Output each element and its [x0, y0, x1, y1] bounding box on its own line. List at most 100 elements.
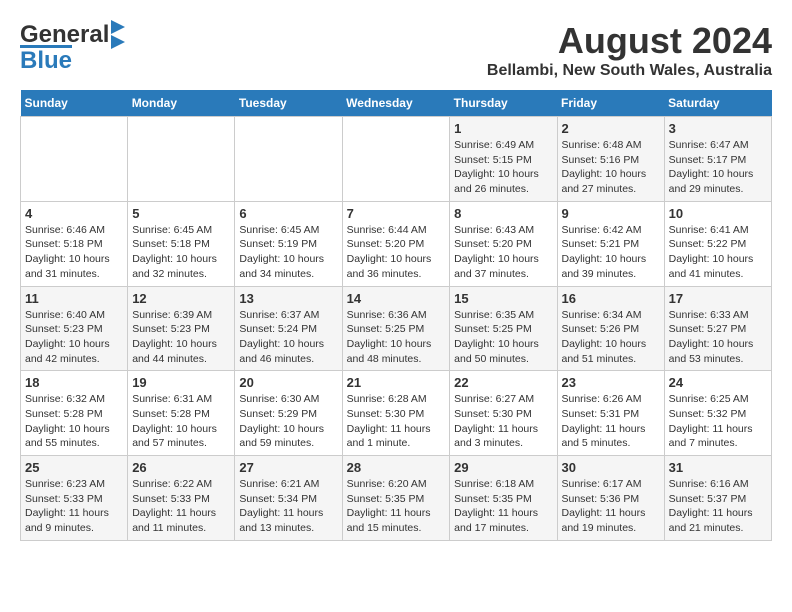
daylight: Daylight: 10 hours and 48 minutes.	[347, 338, 432, 365]
day-number: 10	[669, 206, 767, 221]
sunset: Sunset: 5:25 PM	[347, 323, 425, 335]
day-number: 11	[25, 291, 123, 306]
logo-blue: Blue	[20, 45, 72, 72]
daylight: Daylight: 10 hours and 53 minutes.	[669, 338, 754, 365]
day-info: Sunrise: 6:35 AM Sunset: 5:25 PM Dayligh…	[454, 308, 552, 367]
sunset: Sunset: 5:33 PM	[25, 493, 103, 505]
sunrise: Sunrise: 6:26 AM	[562, 393, 642, 405]
sunrise: Sunrise: 6:44 AM	[347, 224, 427, 236]
day-cell	[21, 117, 128, 202]
day-info: Sunrise: 6:36 AM Sunset: 5:25 PM Dayligh…	[347, 308, 446, 367]
sunset: Sunset: 5:29 PM	[239, 408, 317, 420]
day-cell: 16 Sunrise: 6:34 AM Sunset: 5:26 PM Dayl…	[557, 286, 664, 371]
daylight: Daylight: 11 hours and 21 minutes.	[669, 507, 753, 534]
day-info: Sunrise: 6:32 AM Sunset: 5:28 PM Dayligh…	[25, 392, 123, 451]
page-title: August 2024	[487, 20, 772, 62]
sunrise: Sunrise: 6:34 AM	[562, 309, 642, 321]
day-info: Sunrise: 6:41 AM Sunset: 5:22 PM Dayligh…	[669, 223, 767, 282]
day-info: Sunrise: 6:39 AM Sunset: 5:23 PM Dayligh…	[132, 308, 230, 367]
day-info: Sunrise: 6:42 AM Sunset: 5:21 PM Dayligh…	[562, 223, 660, 282]
sunset: Sunset: 5:35 PM	[347, 493, 425, 505]
day-number: 25	[25, 460, 123, 475]
daylight: Daylight: 10 hours and 31 minutes.	[25, 253, 110, 280]
sunrise: Sunrise: 6:48 AM	[562, 139, 642, 151]
day-number: 27	[239, 460, 337, 475]
daylight: Daylight: 10 hours and 39 minutes.	[562, 253, 647, 280]
sunrise: Sunrise: 6:42 AM	[562, 224, 642, 236]
day-info: Sunrise: 6:27 AM Sunset: 5:30 PM Dayligh…	[454, 392, 552, 451]
day-cell: 27 Sunrise: 6:21 AM Sunset: 5:34 PM Dayl…	[235, 456, 342, 541]
sunrise: Sunrise: 6:18 AM	[454, 478, 534, 490]
sunrise: Sunrise: 6:27 AM	[454, 393, 534, 405]
sunrise: Sunrise: 6:35 AM	[454, 309, 534, 321]
day-number: 21	[347, 375, 446, 390]
sunrise: Sunrise: 6:46 AM	[25, 224, 105, 236]
daylight: Daylight: 11 hours and 11 minutes.	[132, 507, 216, 534]
day-info: Sunrise: 6:44 AM Sunset: 5:20 PM Dayligh…	[347, 223, 446, 282]
sunset: Sunset: 5:19 PM	[239, 238, 317, 250]
day-cell: 20 Sunrise: 6:30 AM Sunset: 5:29 PM Dayl…	[235, 371, 342, 456]
day-cell: 17 Sunrise: 6:33 AM Sunset: 5:27 PM Dayl…	[664, 286, 771, 371]
day-number: 2	[562, 121, 660, 136]
day-cell: 23 Sunrise: 6:26 AM Sunset: 5:31 PM Dayl…	[557, 371, 664, 456]
sunrise: Sunrise: 6:16 AM	[669, 478, 749, 490]
sunrise: Sunrise: 6:31 AM	[132, 393, 212, 405]
day-info: Sunrise: 6:45 AM Sunset: 5:18 PM Dayligh…	[132, 223, 230, 282]
daylight: Daylight: 10 hours and 44 minutes.	[132, 338, 217, 365]
daylight: Daylight: 10 hours and 42 minutes.	[25, 338, 110, 365]
sunset: Sunset: 5:33 PM	[132, 493, 210, 505]
sunset: Sunset: 5:18 PM	[132, 238, 210, 250]
day-info: Sunrise: 6:37 AM Sunset: 5:24 PM Dayligh…	[239, 308, 337, 367]
sunrise: Sunrise: 6:37 AM	[239, 309, 319, 321]
sunset: Sunset: 5:30 PM	[347, 408, 425, 420]
day-info: Sunrise: 6:25 AM Sunset: 5:32 PM Dayligh…	[669, 392, 767, 451]
day-info: Sunrise: 6:21 AM Sunset: 5:34 PM Dayligh…	[239, 477, 337, 536]
sunrise: Sunrise: 6:23 AM	[25, 478, 105, 490]
sunrise: Sunrise: 6:33 AM	[669, 309, 749, 321]
sunset: Sunset: 5:30 PM	[454, 408, 532, 420]
daylight: Daylight: 11 hours and 19 minutes.	[562, 507, 646, 534]
day-number: 18	[25, 375, 123, 390]
day-number: 3	[669, 121, 767, 136]
day-info: Sunrise: 6:43 AM Sunset: 5:20 PM Dayligh…	[454, 223, 552, 282]
daylight: Daylight: 11 hours and 7 minutes.	[669, 423, 753, 450]
daylight: Daylight: 11 hours and 5 minutes.	[562, 423, 646, 450]
daylight: Daylight: 10 hours and 36 minutes.	[347, 253, 432, 280]
col-sunday: Sunday	[21, 90, 128, 117]
day-cell: 3 Sunrise: 6:47 AM Sunset: 5:17 PM Dayli…	[664, 117, 771, 202]
sunset: Sunset: 5:37 PM	[669, 493, 747, 505]
day-cell: 12 Sunrise: 6:39 AM Sunset: 5:23 PM Dayl…	[128, 286, 235, 371]
sunrise: Sunrise: 6:39 AM	[132, 309, 212, 321]
day-info: Sunrise: 6:45 AM Sunset: 5:19 PM Dayligh…	[239, 223, 337, 282]
daylight: Daylight: 11 hours and 3 minutes.	[454, 423, 538, 450]
day-number: 31	[669, 460, 767, 475]
sunset: Sunset: 5:17 PM	[669, 154, 747, 166]
calendar-table: Sunday Monday Tuesday Wednesday Thursday…	[20, 90, 772, 541]
day-number: 30	[562, 460, 660, 475]
sunrise: Sunrise: 6:36 AM	[347, 309, 427, 321]
day-number: 16	[562, 291, 660, 306]
logo-arrow-top	[111, 20, 125, 34]
day-number: 6	[239, 206, 337, 221]
day-number: 20	[239, 375, 337, 390]
week-row-4: 25 Sunrise: 6:23 AM Sunset: 5:33 PM Dayl…	[21, 456, 772, 541]
col-tuesday: Tuesday	[235, 90, 342, 117]
sunrise: Sunrise: 6:43 AM	[454, 224, 534, 236]
col-friday: Friday	[557, 90, 664, 117]
sunset: Sunset: 5:34 PM	[239, 493, 317, 505]
day-info: Sunrise: 6:22 AM Sunset: 5:33 PM Dayligh…	[132, 477, 230, 536]
day-info: Sunrise: 6:18 AM Sunset: 5:35 PM Dayligh…	[454, 477, 552, 536]
day-cell: 30 Sunrise: 6:17 AM Sunset: 5:36 PM Dayl…	[557, 456, 664, 541]
sunset: Sunset: 5:35 PM	[454, 493, 532, 505]
sunrise: Sunrise: 6:49 AM	[454, 139, 534, 151]
day-cell: 22 Sunrise: 6:27 AM Sunset: 5:30 PM Dayl…	[450, 371, 557, 456]
day-number: 7	[347, 206, 446, 221]
sunrise: Sunrise: 6:28 AM	[347, 393, 427, 405]
week-row-1: 4 Sunrise: 6:46 AM Sunset: 5:18 PM Dayli…	[21, 201, 772, 286]
daylight: Daylight: 10 hours and 59 minutes.	[239, 423, 324, 450]
sunrise: Sunrise: 6:40 AM	[25, 309, 105, 321]
day-cell: 8 Sunrise: 6:43 AM Sunset: 5:20 PM Dayli…	[450, 201, 557, 286]
day-cell: 4 Sunrise: 6:46 AM Sunset: 5:18 PM Dayli…	[21, 201, 128, 286]
day-cell	[235, 117, 342, 202]
day-cell: 6 Sunrise: 6:45 AM Sunset: 5:19 PM Dayli…	[235, 201, 342, 286]
